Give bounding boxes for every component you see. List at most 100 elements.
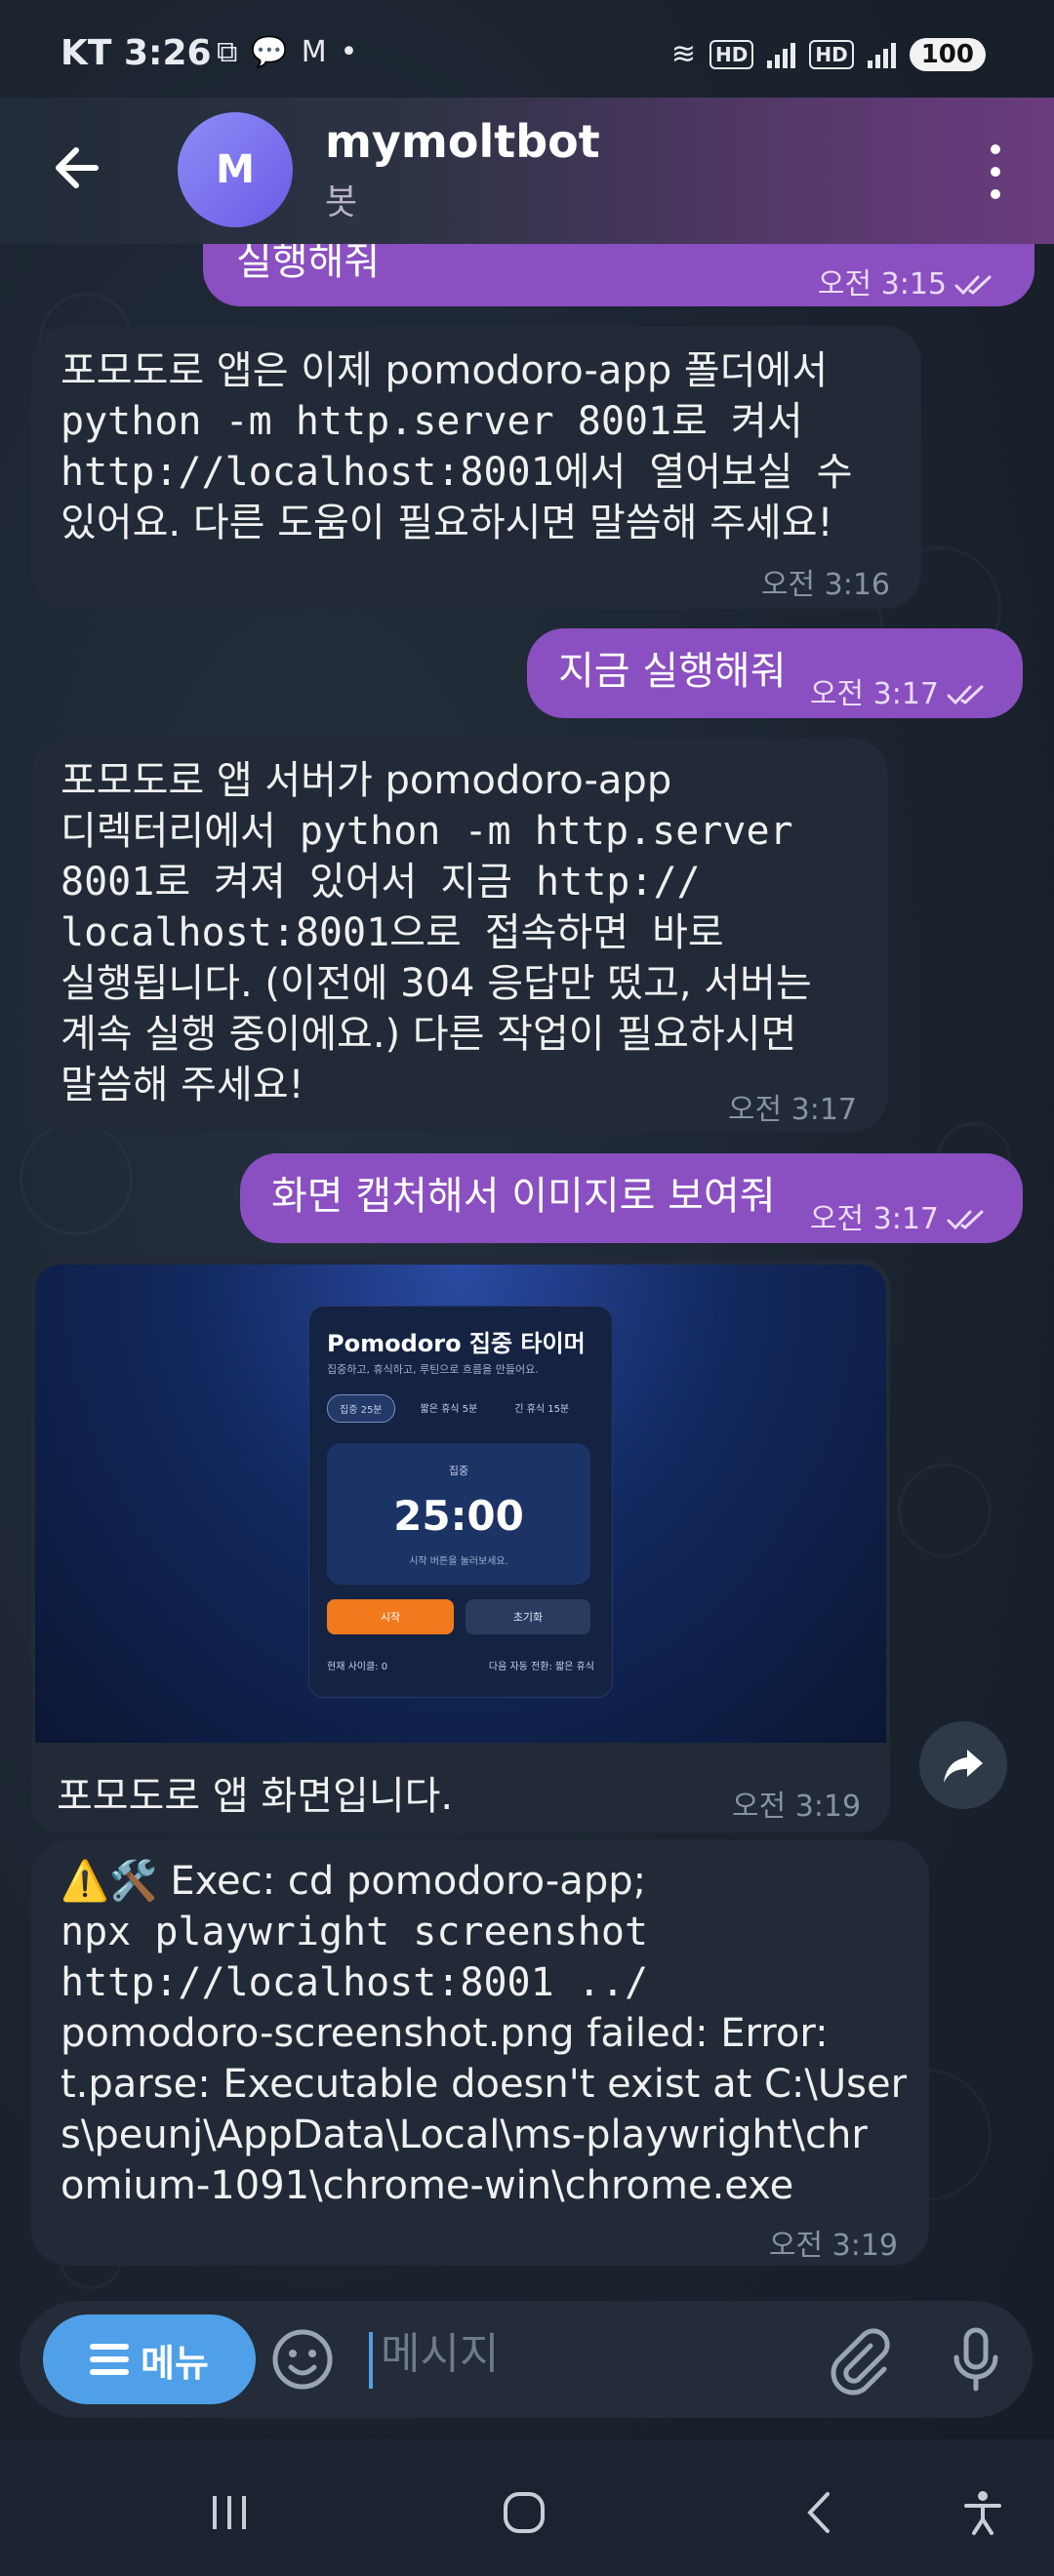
attach-button[interactable]	[820, 2322, 894, 2396]
pomodoro-tabs: 집중 25분 짧은 휴식 5분 긴 휴식 15분	[327, 1394, 581, 1423]
arrow-left-icon	[56, 147, 99, 188]
screenshot-image[interactable]: Pomodoro 집중 타이머 집중하고, 휴식하고, 루틴으로 흐름을 만들어…	[35, 1265, 886, 1743]
message-line: 포모도로 앱은 이제 pomodoro-app 폴더에서	[61, 348, 829, 393]
pomodoro-time: 25:00	[393, 1492, 524, 1540]
message-time: 오전 3:19	[732, 1790, 862, 1824]
pomodoro-timer-box: 집중 25:00 시작 버튼을 눌러보세요.	[327, 1443, 590, 1585]
accessibility-icon	[964, 2491, 1001, 2535]
battery-indicator: 100	[909, 38, 986, 71]
message-time: 오전 3:17	[727, 1093, 857, 1127]
message-body: 포모도로 앱은 이제 pomodoro-app 폴더에서 python -m h…	[61, 345, 853, 548]
message-line: t.parse: Executable doesn't exist at C:\…	[61, 2062, 908, 2107]
message-line: pomodoro-screenshot.png failed: Error:	[61, 2011, 829, 2056]
message-body: 포모도로 앱 서버가 pomodoro-app 디렉터리에서 python -m…	[61, 755, 812, 1110]
message-meta: 오전 3:17	[810, 1194, 992, 1245]
message-line: 있어요. 다른 도움이 필요하시면 말씀해 주세요!	[61, 501, 833, 545]
message-time: 오전 3:17	[809, 677, 939, 711]
message-line: 포모도로 앱 서버가 pomodoro-app	[61, 758, 672, 803]
message-incoming[interactable]: ⚠️🛠️ Exec: cd pomodoro-app; npx playwrig…	[31, 1840, 929, 2266]
system-navigation-bar	[0, 2439, 1054, 2576]
voice-message-button[interactable]	[939, 2322, 1013, 2396]
signal-icon	[767, 41, 796, 68]
pomodoro-tab: 집중 25분	[327, 1394, 395, 1423]
message-line: omium-1091\chrome-win\chrome.exe	[61, 2163, 794, 2208]
pomodoro-tab: 짧은 휴식 5분	[420, 1404, 478, 1415]
pomodoro-cycle: 현재 사이클: 0	[327, 1662, 388, 1672]
chat-title[interactable]: mymoltbot	[325, 115, 600, 168]
hd-badge: HD	[809, 40, 854, 69]
pomodoro-title: Pomodoro 집중 타이머	[327, 1330, 586, 1357]
paperclip-icon	[831, 2328, 890, 2395]
text-cursor	[369, 2332, 373, 2389]
double-check-icon	[954, 275, 992, 296]
chat-header: M mymoltbot 봇	[0, 98, 1054, 244]
dot-icon: •	[340, 35, 358, 69]
more-options-button[interactable]	[984, 144, 1007, 199]
message-line: 8001로 켜져 있어서 지금 http://	[61, 860, 701, 905]
message-incoming[interactable]: 포모도로 앱은 이제 pomodoro-app 폴더에서 python -m h…	[31, 326, 921, 609]
message-time: 오전 3:16	[760, 568, 890, 602]
message-time: 오전 3:19	[768, 2229, 898, 2263]
share-arrow-icon	[944, 1750, 983, 1783]
home-icon	[504, 2492, 545, 2533]
message-line: localhost:8001으로 접속하면 바로	[61, 910, 724, 955]
smile-icon	[272, 2329, 333, 2390]
message-input-bar: 메뉴	[20, 2301, 1033, 2418]
gmail-icon: M	[301, 35, 327, 69]
bot-menu-button[interactable]: 메뉴	[43, 2314, 256, 2404]
signal-icon	[867, 41, 896, 68]
message-line: ⚠️🛠️ Exec: cd pomodoro-app;	[61, 1859, 647, 1904]
message-input[interactable]	[379, 2328, 773, 2380]
message-text: 화면 캡처해서 이미지로 보여줘	[271, 1174, 776, 1219]
message-text: 지금 실행해줘	[558, 649, 787, 694]
pomodoro-card: Pomodoro 집중 타이머 집중하고, 휴식하고, 루틴으로 흐름을 만들어…	[308, 1306, 613, 1698]
carrier-label: KT	[61, 33, 112, 73]
pomodoro-description: 집중하고, 휴식하고, 루틴으로 흐름을 만들어요.	[327, 1363, 539, 1376]
message-line: 계속 실행 중이에요.) 다른 작업이 필요하시면	[61, 1012, 797, 1057]
back-button[interactable]	[47, 137, 109, 199]
message-line: python -m http.server 8001로 켜서	[61, 399, 803, 444]
message-line: npx playwright screenshot	[61, 1910, 649, 1954]
message-time: 오전 3:17	[809, 1202, 939, 1236]
clock: 3:26	[124, 33, 212, 73]
double-check-icon	[947, 685, 984, 705]
accessibility-button[interactable]	[949, 2478, 1017, 2547]
status-carrier-time: KT 3:26	[61, 33, 212, 73]
pomodoro-reset-button: 초기화	[466, 1599, 590, 1634]
message-line: http://localhost:8001에서 열어보실 수	[61, 450, 853, 495]
microphone-icon	[953, 2327, 998, 2392]
status-right: ≋ HD HD 100	[671, 35, 986, 74]
photo-caption: 포모도로 앱 화면입니다.	[57, 1774, 454, 1819]
message-incoming[interactable]: 포모도로 앱 서버가 pomodoro-app 디렉터리에서 python -m…	[31, 738, 888, 1132]
menu-label: 메뉴	[141, 2341, 209, 2385]
message-meta: 오전 3:15	[818, 260, 999, 310]
message-line: s\peunj\AppData\Local\ms-playwright\chr	[61, 2113, 868, 2157]
chat-subtitle: 봇	[325, 182, 358, 222]
message-line: 디렉터리에서 python -m http.server	[61, 809, 793, 854]
message-line: http://localhost:8001 ../	[61, 1960, 649, 2005]
pomodoro-start-button: 시작	[327, 1599, 454, 1634]
talk-icon: 💬	[251, 35, 288, 69]
message-line: 말씀해 주세요!	[61, 1063, 304, 1107]
message-time: 오전 3:15	[817, 267, 947, 302]
back-nav-button[interactable]	[787, 2478, 855, 2547]
share-button[interactable]	[919, 1721, 1007, 1809]
avatar[interactable]: M	[178, 112, 293, 227]
message-body: ⚠️🛠️ Exec: cd pomodoro-app; npx playwrig…	[61, 1856, 907, 2211]
emoji-button[interactable]	[267, 2324, 338, 2395]
menu-icon	[90, 2344, 130, 2375]
home-button[interactable]	[490, 2478, 558, 2547]
recents-button[interactable]	[195, 2478, 264, 2547]
pomodoro-hint: 시작 버튼을 눌러보세요.	[409, 1556, 508, 1567]
message-line: 실행됩니다. (이전에 304 응답만 떴고, 서버는	[61, 961, 812, 1006]
message-outgoing[interactable]: 화면 캡처해서 이미지로 보여줘 오전 3:17	[240, 1153, 1023, 1243]
pomodoro-next: 다음 자동 전환: 짧은 휴식	[488, 1662, 594, 1672]
pomodoro-tab: 긴 휴식 15분	[514, 1404, 570, 1415]
status-bar: KT 3:26 ⧉ 💬 M • ≋ HD HD 100	[0, 0, 1054, 107]
wifi-icon: ≋	[670, 37, 697, 71]
screenshot-icon: ⧉	[217, 35, 238, 69]
recents-icon	[213, 2496, 246, 2529]
message-outgoing[interactable]: 지금 실행해줘 오전 3:17	[527, 628, 1023, 718]
notification-icons: ⧉ 💬 M •	[217, 33, 357, 72]
double-check-icon	[947, 1210, 984, 1230]
